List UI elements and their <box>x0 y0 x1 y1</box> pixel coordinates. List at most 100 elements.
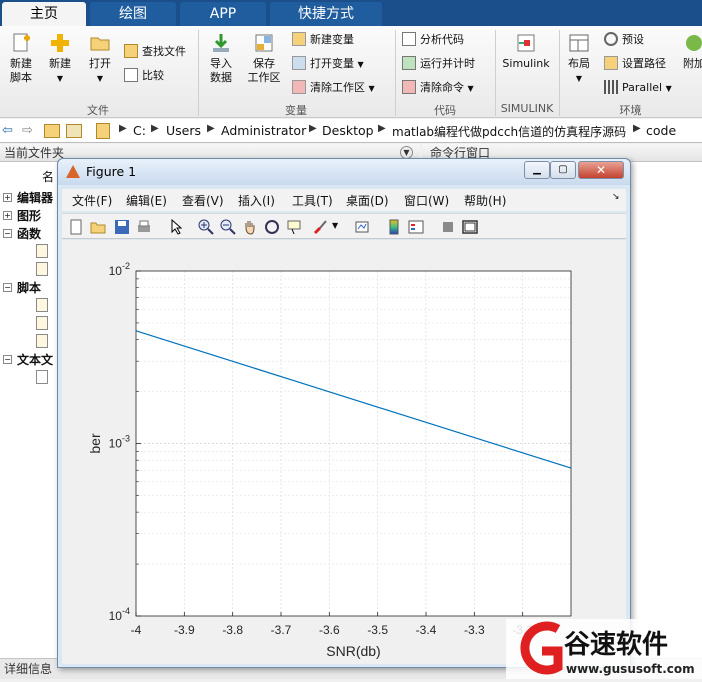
breadcrumb-item[interactable]: Administrator <box>221 123 306 138</box>
new-script-button[interactable]: 新建 脚本 <box>4 32 38 85</box>
breadcrumb-item[interactable]: Users <box>166 123 201 138</box>
figure-title-bar[interactable]: Figure 1 ▁ ▢ ✕ <box>58 159 630 185</box>
watermark-url: www.gususoft.com <box>566 662 695 676</box>
close-button[interactable]: ✕ <box>578 161 624 179</box>
import-data-button[interactable]: 导入 数据 <box>204 32 238 85</box>
script-file-icon[interactable] <box>36 298 48 312</box>
save-workspace-button[interactable]: 保存 工作区 <box>244 32 284 85</box>
breadcrumb-item[interactable]: matlab编程代做pdcch信道的仿真程序源码 <box>392 123 626 140</box>
run-and-time-label: 运行并计时 <box>420 57 475 70</box>
brush-icon[interactable] <box>312 219 328 235</box>
collapse-icon[interactable]: − <box>3 355 12 364</box>
pan-hand-icon[interactable] <box>242 219 258 235</box>
new-button[interactable]: 新建 ▼ <box>44 32 76 86</box>
menu-insert[interactable]: 插入(I) <box>238 192 275 209</box>
tab-shortcuts[interactable]: 快捷方式 <box>270 2 382 26</box>
print-icon[interactable] <box>136 219 152 235</box>
set-path-button[interactable]: 设置路径 <box>604 54 666 74</box>
menu-help[interactable]: 帮助(H) <box>464 192 506 209</box>
back-arrow-icon[interactable]: ⇦ <box>2 123 13 138</box>
ber-vs-snr-plot[interactable]: -4-3.9-3.8-3.7-3.6-3.5-3.4-3.3-3.2 10-21… <box>62 240 626 664</box>
data-cursor-icon[interactable] <box>286 219 302 235</box>
name-column-header[interactable]: 名 <box>42 168 54 185</box>
set-path-label: 设置路径 <box>622 57 666 70</box>
breadcrumb-item[interactable]: code <box>646 123 676 138</box>
clear-workspace-label: 清除工作区 <box>310 81 365 94</box>
simulink-group-label: SIMULINK <box>500 102 554 115</box>
tree-group-text-files[interactable]: − 文本文 <box>0 352 53 368</box>
breadcrumb-item[interactable]: Desktop <box>322 123 374 138</box>
text-file-icon[interactable] <box>36 370 48 384</box>
tree-group-editor[interactable]: + 编辑器 <box>0 190 53 206</box>
tab-home[interactable]: 主页 <box>2 2 86 26</box>
compare-button[interactable]: 比较 <box>124 66 164 86</box>
minimize-button[interactable]: ▁ <box>524 161 550 179</box>
menu-edit[interactable]: 编辑(E) <box>126 192 167 209</box>
maximize-button[interactable]: ▢ <box>550 161 576 179</box>
menu-dock-icon[interactable]: ↘ <box>612 192 620 202</box>
menu-view[interactable]: 查看(V) <box>182 192 224 209</box>
new-figure-icon[interactable] <box>68 219 84 235</box>
preferences-label: 预设 <box>622 33 644 46</box>
tab-apps[interactable]: APP <box>180 2 266 26</box>
show-plot-tools-icon[interactable] <box>462 219 478 235</box>
ribbon-tab-bar: 主页 绘图 APP 快捷方式 <box>0 0 702 26</box>
open-button[interactable]: 打开 ▼ <box>84 32 116 86</box>
breadcrumb-item[interactable]: C: <box>133 123 146 138</box>
clear-workspace-icon <box>292 80 306 94</box>
zoom-in-icon[interactable] <box>198 219 214 235</box>
open-variable-button[interactable]: 打开变量 ▼ <box>292 54 364 74</box>
script-file-icon[interactable] <box>36 316 48 330</box>
open-variable-label: 打开变量 <box>310 57 354 70</box>
browse-folder-icon[interactable] <box>66 124 82 138</box>
function-file-icon[interactable] <box>36 262 48 276</box>
tree-group-label: 编辑器 <box>17 191 54 205</box>
script-file-icon[interactable] <box>36 334 48 348</box>
x-tick-label: -4 <box>131 623 142 637</box>
menu-file[interactable]: 文件(F) <box>72 192 112 209</box>
forward-arrow-icon[interactable]: ⇨ <box>22 123 33 138</box>
function-file-icon[interactable] <box>36 244 48 258</box>
figure-menu-bar: 文件(F) 编辑(E) 查看(V) 插入(I) 工具(T) 桌面(D) 窗口(W… <box>62 189 626 211</box>
tree-group-functions[interactable]: − 函数 <box>0 226 41 242</box>
run-and-time-button[interactable]: 运行并计时 <box>402 54 475 74</box>
menu-desktop[interactable]: 桌面(D) <box>346 192 389 209</box>
tree-group-figures[interactable]: + 图形 <box>0 208 41 224</box>
addons-label: 附加 <box>683 57 702 70</box>
new-variable-button[interactable]: 新建变量 <box>292 30 354 50</box>
x-axis-label: SNR(db) <box>326 643 380 659</box>
save-icon[interactable] <box>114 219 130 235</box>
open-file-icon[interactable] <box>90 219 106 235</box>
zoom-out-icon[interactable] <box>220 219 236 235</box>
collapse-icon[interactable]: − <box>3 229 12 238</box>
figure-title: Figure 1 <box>86 164 137 179</box>
menu-tools[interactable]: 工具(T) <box>292 192 333 209</box>
tree-group-scripts[interactable]: − 脚本 <box>0 280 41 296</box>
colorbar-icon[interactable] <box>386 219 402 235</box>
expand-icon[interactable]: + <box>3 211 12 220</box>
link-plot-icon[interactable] <box>354 219 370 235</box>
command-window[interactable] <box>628 162 702 658</box>
x-tick-label: -3.7 <box>271 623 292 637</box>
addons-button[interactable]: 附加 <box>682 32 702 71</box>
find-files-button[interactable]: 查找文件 <box>124 42 186 62</box>
collapse-icon[interactable]: − <box>3 283 12 292</box>
figure-canvas[interactable]: -4-3.9-3.8-3.7-3.6-3.5-3.4-3.3-3.2 10-21… <box>62 240 626 664</box>
legend-icon[interactable] <box>408 219 424 235</box>
preferences-button[interactable]: 预设 <box>604 30 644 50</box>
simulink-button[interactable]: Simulink <box>500 32 552 71</box>
menu-window[interactable]: 窗口(W) <box>404 192 449 209</box>
clear-commands-button[interactable]: 清除命令 ▼ <box>402 78 474 98</box>
expand-icon[interactable]: + <box>3 193 12 202</box>
tab-plots[interactable]: 绘图 <box>90 2 176 26</box>
up-folder-icon[interactable] <box>44 124 60 138</box>
brush-dropdown-icon[interactable]: ▼ <box>332 221 338 230</box>
clear-workspace-button[interactable]: 清除工作区 ▼ <box>292 78 375 98</box>
layout-button[interactable]: 布局 ▼ <box>563 32 595 86</box>
hide-plot-tools-icon[interactable] <box>440 219 456 235</box>
parallel-button[interactable]: Parallel ▼ <box>604 78 672 98</box>
pointer-icon[interactable] <box>168 219 184 235</box>
analyze-code-button[interactable]: 分析代码 <box>402 30 464 50</box>
grid-lines <box>136 271 571 616</box>
rotate-3d-icon[interactable] <box>264 219 280 235</box>
